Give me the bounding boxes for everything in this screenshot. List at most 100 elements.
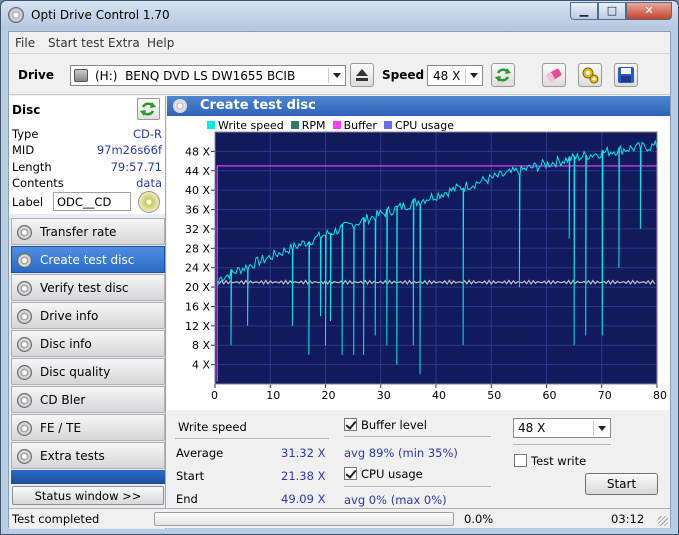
y-tick-label: 44 X bbox=[185, 165, 210, 178]
chart-area: Write speed RPM Buffer CPU usage 0 10 20 30… bbox=[167, 116, 670, 410]
start-label: Start bbox=[176, 469, 205, 483]
title-bar[interactable]: Opti Drive Control 1.70 ▁ □ ✕ bbox=[1, 1, 678, 29]
status-text: Test completed bbox=[12, 512, 100, 526]
start-value: 21.38 X bbox=[281, 469, 326, 483]
x-tick-label: 70 bbox=[598, 389, 612, 402]
y-tick-label: 48 X bbox=[185, 145, 210, 158]
x-tick-label: 80 min bbox=[653, 389, 670, 402]
menu-help[interactable]: Help bbox=[147, 36, 174, 50]
stats-panel: Write speed Average 31.32 X Start 21.38 … bbox=[167, 410, 670, 508]
x-tick-label: 60 bbox=[543, 389, 557, 402]
disc-icon bbox=[173, 99, 187, 113]
y-tick-label: 16 X bbox=[185, 300, 210, 313]
y-tick-label: 40 X bbox=[185, 184, 210, 197]
test-write-checkbox[interactable] bbox=[514, 454, 527, 467]
chevron-down-icon[interactable] bbox=[593, 421, 608, 436]
drive-label: Drive bbox=[18, 68, 54, 82]
gears-icon bbox=[582, 67, 599, 84]
nav-disc-info[interactable]: Disc info bbox=[11, 330, 165, 357]
panel-header: Create test disc bbox=[167, 96, 670, 116]
end-value: 49.09 X bbox=[281, 492, 326, 506]
nav-drive-info[interactable]: Drive info bbox=[11, 302, 165, 329]
disc-icon bbox=[17, 449, 32, 464]
y-tick-label: 32 X bbox=[185, 223, 210, 236]
stats-divider bbox=[175, 438, 329, 439]
buffer-level-checkbox[interactable] bbox=[344, 418, 357, 431]
nav-extra-tests[interactable]: Extra tests bbox=[11, 442, 165, 469]
nav-create-test-disc[interactable]: Create test disc bbox=[11, 246, 165, 273]
test-write-label: Test write bbox=[531, 454, 587, 468]
y-tick-label: 24 X bbox=[185, 262, 210, 275]
x-tick-label: 40 bbox=[432, 389, 446, 402]
sidebar-divider bbox=[11, 470, 165, 484]
chevron-down-icon[interactable] bbox=[465, 68, 480, 83]
end-label: End bbox=[176, 492, 198, 506]
save-button[interactable] bbox=[614, 63, 638, 87]
cpu-usage-label: CPU usage bbox=[361, 467, 423, 481]
disc-icon bbox=[17, 337, 32, 352]
speed-label: Speed bbox=[382, 68, 425, 82]
chevron-down-icon[interactable] bbox=[328, 68, 343, 83]
disc-contents-row: Contents data bbox=[12, 176, 162, 190]
erase-button[interactable] bbox=[542, 63, 566, 87]
buffer-level-label: Buffer level bbox=[361, 418, 427, 432]
disc-panel-title: Disc bbox=[12, 103, 41, 117]
y-tick-label: 4 X bbox=[192, 359, 210, 372]
write-label-cd-icon[interactable] bbox=[138, 191, 160, 213]
menu-file[interactable]: File bbox=[15, 36, 35, 50]
menu-extra[interactable]: Extra bbox=[108, 36, 140, 50]
start-button[interactable]: Start bbox=[585, 473, 658, 495]
settings-button[interactable] bbox=[578, 63, 602, 87]
write-speed-select[interactable]: 48 X bbox=[513, 418, 611, 438]
eraser-icon bbox=[546, 68, 562, 82]
disc-icon bbox=[17, 281, 32, 296]
drive-select[interactable]: (H:) BENQ DVD LS DW1655 BCIB bbox=[70, 65, 346, 86]
nav-cd-bler[interactable]: CD Bler bbox=[11, 386, 165, 413]
speed-divider bbox=[513, 444, 611, 445]
toolbar: Drive (H:) BENQ DVD LS DW1655 BCIB Speed… bbox=[9, 55, 670, 95]
close-button[interactable]: ✕ bbox=[626, 2, 672, 20]
x-tick-label: 50 bbox=[487, 389, 501, 402]
speed-select[interactable]: 48 X bbox=[427, 65, 483, 86]
floppy-disk-icon bbox=[618, 67, 634, 83]
disc-icon bbox=[17, 309, 32, 324]
window-title: Opti Drive Control 1.70 bbox=[31, 8, 170, 22]
app-window: Opti Drive Control 1.70 ▁ □ ✕ File Start… bbox=[0, 0, 679, 535]
write-speed-select-value: 48 X bbox=[518, 421, 546, 435]
panel-title: Create test disc bbox=[200, 98, 316, 113]
stats-header: Write speed bbox=[178, 420, 247, 434]
resize-grip[interactable] bbox=[658, 516, 668, 526]
cpu-usage-checkbox[interactable] bbox=[344, 467, 357, 480]
menu-start-test[interactable]: Start test bbox=[48, 36, 104, 50]
x-tick-label: 20 bbox=[322, 389, 336, 402]
app-disc-icon bbox=[8, 7, 24, 23]
minimize-button[interactable]: ▁ bbox=[570, 2, 598, 20]
y-tick-label: 20 X bbox=[185, 281, 210, 294]
average-value: 31.32 X bbox=[281, 446, 326, 460]
disc-label-field[interactable]: ODC__CD bbox=[53, 192, 131, 211]
refresh-icon bbox=[495, 68, 511, 82]
nav-disc-quality[interactable]: Disc quality bbox=[11, 358, 165, 385]
eject-icon bbox=[356, 69, 368, 81]
disc-refresh-button[interactable] bbox=[137, 98, 160, 120]
status-window-button[interactable]: Status window >> bbox=[12, 486, 164, 505]
write-speed-chart: 0 10 20 30 40 50 60 70 80 min 4 X 8 X 12 X 16 X 20 X 2… bbox=[185, 131, 670, 402]
refresh-speeds-button[interactable] bbox=[491, 63, 515, 87]
disc-icon bbox=[17, 365, 32, 380]
y-tick-label: 36 X bbox=[185, 204, 210, 217]
elapsed-time: 03:12 bbox=[611, 512, 645, 526]
progress-percent: 0.0% bbox=[464, 512, 494, 526]
drive-icon bbox=[74, 69, 88, 82]
nav-verify-test-disc[interactable]: Verify test disc bbox=[11, 274, 165, 301]
disc-info-panel: Disc Type CD-R MID 97m26s66f Length 79:57.7… bbox=[9, 96, 165, 214]
disc-icon bbox=[17, 393, 32, 408]
cpu-usage-value: avg 0% (max 0%) bbox=[344, 493, 447, 507]
disc-type-row: Type CD-R bbox=[12, 127, 162, 141]
nav-fe-te[interactable]: FE / TE bbox=[11, 414, 165, 441]
eject-button[interactable] bbox=[350, 63, 374, 87]
maximize-button[interactable]: □ bbox=[598, 2, 626, 20]
refresh-icon bbox=[140, 102, 156, 116]
drive-select-value: (H:) BENQ DVD LS DW1655 BCIB bbox=[95, 69, 296, 83]
average-label: Average bbox=[176, 446, 224, 460]
nav-transfer-rate[interactable]: Transfer rate bbox=[11, 218, 165, 245]
